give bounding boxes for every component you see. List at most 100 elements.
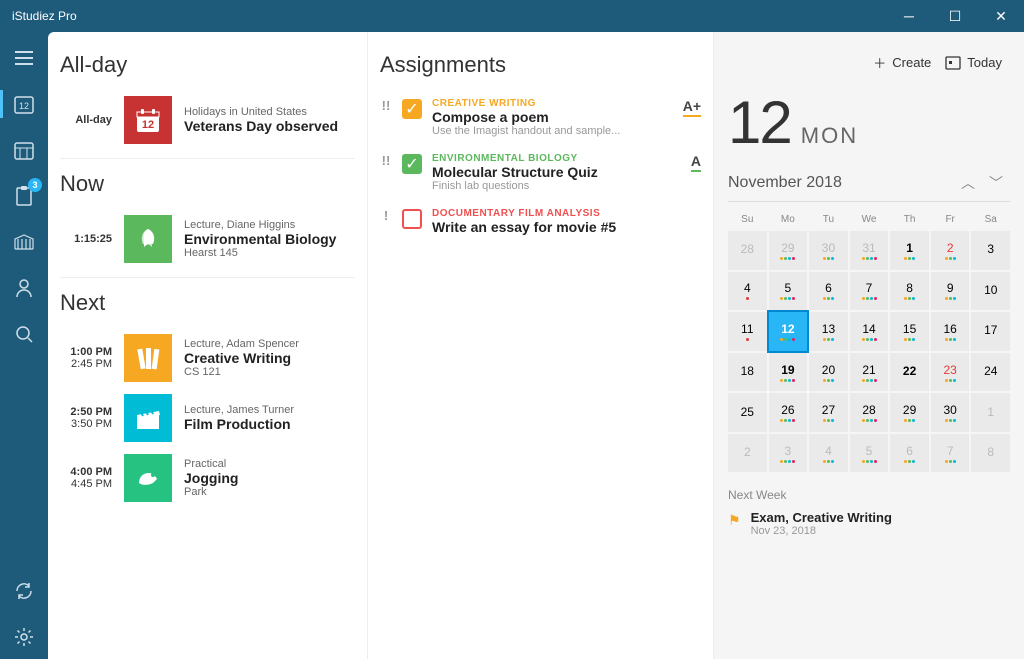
next-month-button[interactable]: ﹀ (982, 173, 1010, 193)
calendar-grid: SuMoTuWeThFrSa28293031123456789101112131… (728, 210, 1010, 472)
assignment-course: DOCUMENTARY FILM ANALYSIS (432, 208, 701, 219)
sidebar: 12 3 (0, 32, 48, 659)
holiday-calendar-icon: 12 (124, 96, 172, 144)
calendar-column: ＋ Create Today 12 MON November 2018 ︿ (714, 32, 1024, 659)
calendar-cell[interactable]: 3 (971, 231, 1010, 270)
calendar-cell[interactable]: 28 (850, 393, 889, 432)
titlebar: iStudiez Pro ─ ☐ ✕ (0, 0, 1024, 32)
calendar-cell[interactable]: 24 (971, 353, 1010, 392)
sync-icon (14, 581, 34, 601)
calendar-cell[interactable]: 19 (769, 353, 808, 392)
event-location: Park (184, 486, 355, 498)
event-time: 4:00 PM4:45 PM (60, 466, 112, 490)
calendar-cell[interactable]: 27 (809, 393, 848, 432)
assignment-item[interactable]: ! DOCUMENTARY FILM ANALYSIS Write an ess… (380, 200, 701, 243)
schedule-column: All-day All-day 12 Holidays in United St… (48, 32, 368, 659)
big-date-number: 12 (728, 88, 791, 157)
calendar-cell[interactable]: 16 (931, 312, 970, 351)
calendar-dow: Tu (809, 210, 848, 229)
now-event[interactable]: 1:15:25 Lecture, Diane Higgins Environme… (60, 209, 355, 269)
sidebar-item-today[interactable]: 12 (0, 82, 48, 126)
assignment-checkbox[interactable] (402, 209, 422, 229)
big-date-day: MON (801, 123, 858, 149)
calendar-cell[interactable]: 2 (931, 231, 970, 270)
calendar-cell[interactable]: 31 (850, 231, 889, 270)
calendar-cell[interactable]: 29 (769, 231, 808, 270)
prev-month-button[interactable]: ︿ (954, 173, 982, 193)
calendar-cell[interactable]: 7 (931, 434, 970, 473)
now-header: Now (60, 171, 355, 197)
event-title: Film Production (184, 416, 355, 432)
next-event[interactable]: 1:00 PM2:45 PM Lecture, Adam Spencer Cre… (60, 328, 355, 388)
assignment-checkbox[interactable]: ✓ (402, 99, 422, 119)
next-week-title: Exam, Creative Writing (751, 510, 892, 525)
sidebar-item-sync[interactable] (0, 569, 48, 613)
create-button[interactable]: ＋ Create (873, 53, 931, 72)
calendar-cell[interactable]: 29 (890, 393, 929, 432)
calendar-cell[interactable]: 21 (850, 353, 889, 392)
minimize-button[interactable]: ─ (886, 0, 932, 32)
hamburger-icon (15, 51, 33, 65)
sidebar-item-assignments[interactable]: 3 (0, 174, 48, 218)
sidebar-item-calendar[interactable] (0, 128, 48, 172)
calendar-cell[interactable]: 9 (931, 272, 970, 311)
books-icon (124, 334, 172, 382)
next-event[interactable]: 2:50 PM3:50 PM Lecture, James Turner Fil… (60, 388, 355, 448)
today-button[interactable]: Today (945, 54, 1002, 70)
calendar-cell[interactable]: 20 (809, 353, 848, 392)
calendar-cell[interactable]: 25 (728, 393, 767, 432)
calendar-cell[interactable]: 23 (931, 353, 970, 392)
calendar-cell[interactable]: 8 (971, 434, 1010, 473)
next-event[interactable]: 4:00 PM4:45 PM Practical Jogging Park (60, 448, 355, 508)
calendar-cell[interactable]: 3 (769, 434, 808, 473)
next-week-item[interactable]: ⚑ Exam, Creative Writing Nov 23, 2018 (728, 502, 1010, 545)
calendar-cell[interactable]: 30 (931, 393, 970, 432)
calendar-cell[interactable]: 1 (971, 393, 1010, 432)
allday-event[interactable]: All-day 12 Holidays in United States Vet… (60, 90, 355, 150)
assignment-checkbox[interactable]: ✓ (402, 154, 422, 174)
calendar-cell[interactable]: 30 (809, 231, 848, 270)
sidebar-item-settings[interactable] (0, 615, 48, 659)
calendar-dow: Sa (971, 210, 1010, 229)
calendar-cell[interactable]: 15 (890, 312, 929, 351)
assignment-item[interactable]: !! ✓ ENVIRONMENTAL BIOLOGY Molecular Str… (380, 145, 701, 200)
calendar-cell[interactable]: 22 (890, 353, 929, 392)
calendar-cell[interactable]: 7 (850, 272, 889, 311)
maximize-button[interactable]: ☐ (932, 0, 978, 32)
calendar-cell[interactable]: 26 (769, 393, 808, 432)
assignment-title: Molecular Structure Quiz (432, 164, 681, 180)
calendar-cell[interactable]: 28 (728, 231, 767, 270)
sidebar-item-planner[interactable] (0, 220, 48, 264)
calendar-cell[interactable]: 10 (971, 272, 1010, 311)
calendar-cell[interactable]: 2 (728, 434, 767, 473)
event-location: Hearst 145 (184, 247, 355, 259)
event-subtitle: Lecture, Diane Higgins (184, 219, 355, 231)
calendar-cell[interactable]: 4 (809, 434, 848, 473)
calendar-cell[interactable]: 4 (728, 272, 767, 311)
calendar-cell[interactable]: 1 (890, 231, 929, 270)
close-button[interactable]: ✕ (978, 0, 1024, 32)
calendar-dow: Fr (931, 210, 970, 229)
event-subtitle: Lecture, James Turner (184, 404, 355, 416)
calendar-cell[interactable]: 8 (890, 272, 929, 311)
calendar-cell[interactable]: 12 (769, 312, 808, 351)
calendar-cell[interactable]: 6 (890, 434, 929, 473)
calendar-cell[interactable]: 18 (728, 353, 767, 392)
assignment-title: Compose a poem (432, 109, 673, 125)
calendar-cell[interactable]: 5 (769, 272, 808, 311)
assignment-grade: A (691, 153, 701, 172)
app-title: iStudiez Pro (12, 9, 77, 23)
sidebar-item-search[interactable] (0, 312, 48, 356)
calendar-cell[interactable]: 6 (809, 272, 848, 311)
calendar-cell[interactable]: 11 (728, 312, 767, 351)
menu-toggle[interactable] (0, 36, 48, 80)
calendar-cell[interactable]: 14 (850, 312, 889, 351)
calendar-cell[interactable]: 17 (971, 312, 1010, 351)
sidebar-item-instructors[interactable] (0, 266, 48, 310)
event-subtitle: Practical (184, 458, 355, 470)
assignment-item[interactable]: !! ✓ CREATIVE WRITING Compose a poem Use… (380, 90, 701, 145)
calendar-cell[interactable]: 13 (809, 312, 848, 351)
gear-icon (14, 627, 34, 647)
calendar-cell[interactable]: 5 (850, 434, 889, 473)
assignments-badge: 3 (28, 178, 42, 192)
